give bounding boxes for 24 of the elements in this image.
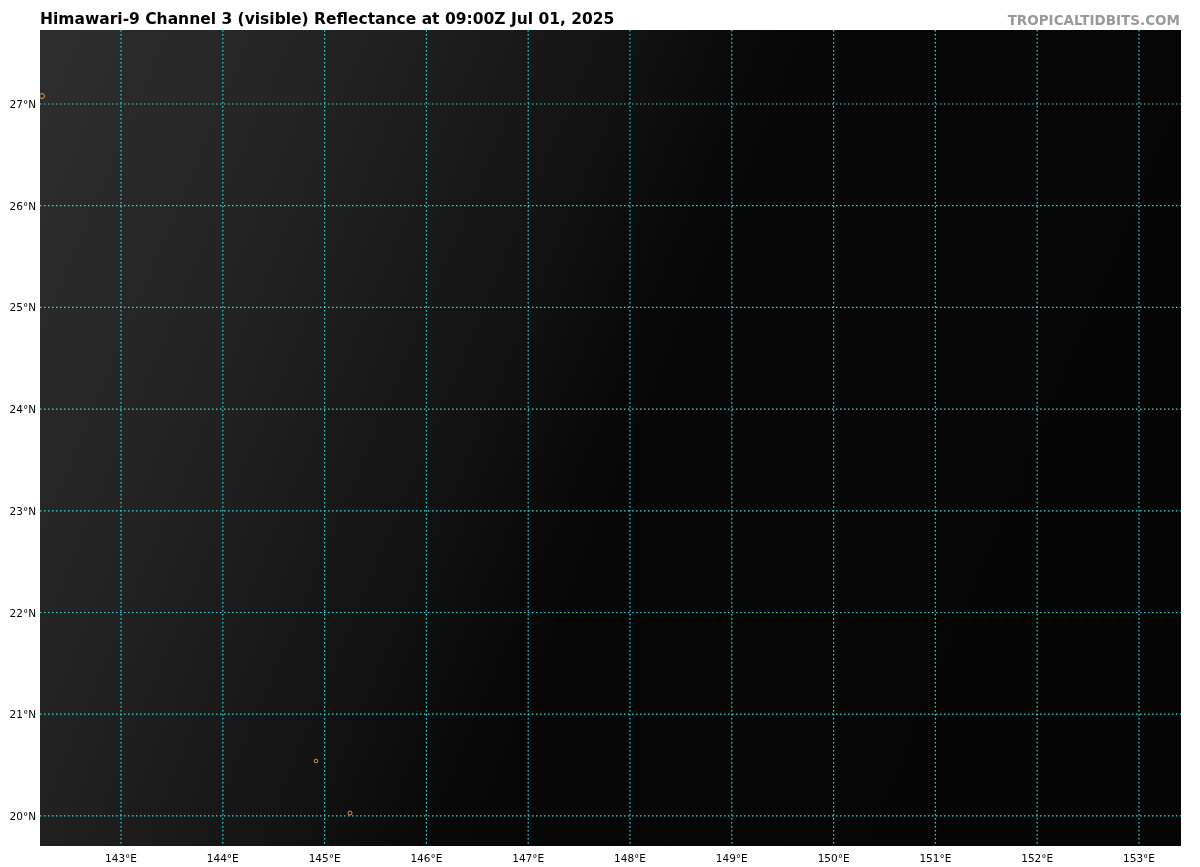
longitude-label: 146°E xyxy=(410,852,443,864)
island-icon xyxy=(347,810,353,816)
longitude-label: 145°E xyxy=(308,852,341,864)
longitude-label: 147°E xyxy=(512,852,545,864)
site-name: TROPICALTIDBITS.COM xyxy=(1007,12,1180,28)
latitude-label: 26°N xyxy=(9,199,36,212)
longitude-label: 149°E xyxy=(715,852,748,864)
latitude-label: 23°N xyxy=(9,504,36,517)
longitude-label: 151°E xyxy=(919,852,952,864)
latitude-label: 27°N xyxy=(9,98,36,110)
longitude-label: 148°E xyxy=(614,852,646,864)
longitude-label: 150°E xyxy=(817,852,850,864)
chart-title: Himawari-9 Channel 3 (visible) Reflectance at 09:00Z Jul 01, 2025 xyxy=(40,10,615,28)
longitude-label: 153°E xyxy=(1123,852,1155,864)
longitude-label: 152°E xyxy=(1021,852,1054,864)
island-icon xyxy=(313,758,319,764)
longitude-label: 143°E xyxy=(105,852,137,864)
latitude-label: 24°N xyxy=(9,403,36,416)
latitude-label: 21°N xyxy=(9,708,36,721)
latitude-label: 25°N xyxy=(9,301,36,314)
longitude-label: 144°E xyxy=(206,852,239,864)
latitude-label: 20°N xyxy=(9,809,36,822)
island-icon xyxy=(40,93,45,99)
latitude-label: 22°N xyxy=(9,606,36,619)
